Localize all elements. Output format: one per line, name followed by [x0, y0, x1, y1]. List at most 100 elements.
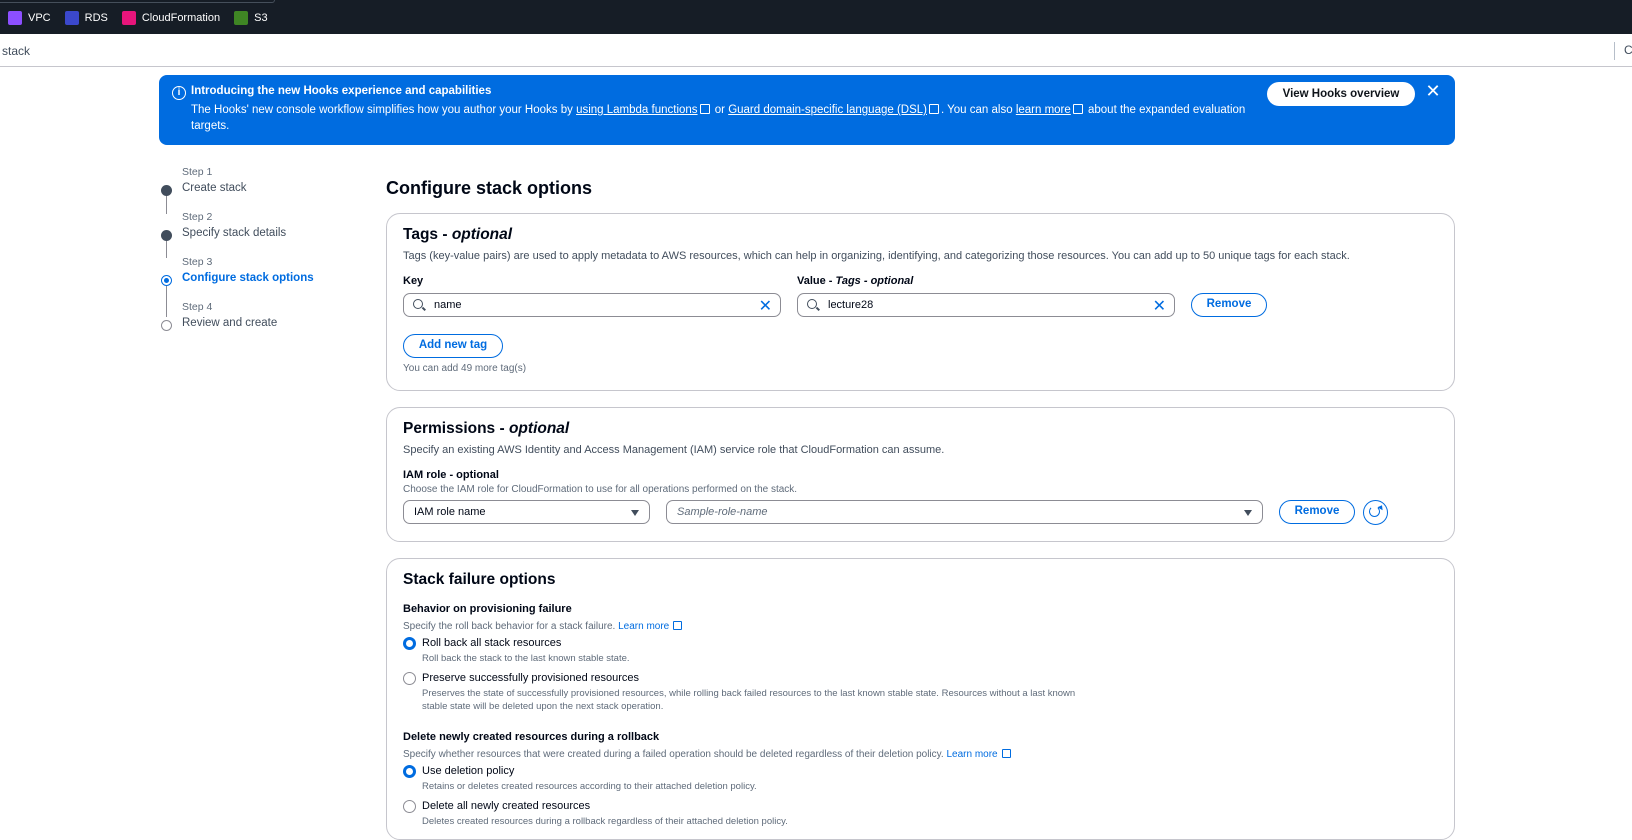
learn-more-link[interactable]: Learn more [946, 749, 997, 760]
step-name[interactable]: Specify stack details [182, 227, 286, 239]
external-link-icon [673, 621, 683, 630]
favorite-label: RDS [84, 12, 108, 24]
radio-description: Preserves the state of successfully prov… [422, 688, 1076, 712]
remove-role-button[interactable]: Remove [1279, 500, 1355, 524]
caret-down-icon [1244, 510, 1252, 516]
radio-description: Retains or deletes created resources acc… [422, 781, 757, 792]
value-label: Value - Tags - optional [797, 275, 913, 287]
banner-text-part: The Hooks' new console workflow simplifi… [191, 104, 573, 116]
step-number: Step 3 [182, 256, 213, 268]
tag-value-input[interactable]: lecture28 ✕ [797, 293, 1175, 317]
stack-failure-heading: Stack failure options [403, 571, 556, 588]
step-complete-icon [161, 230, 172, 241]
permissions-panel: Permissions - optional Specify an existi… [386, 407, 1455, 542]
placeholder: Sample-role-name [677, 506, 768, 518]
step-number: Step 1 [182, 166, 213, 178]
clear-icon[interactable]: ✕ [1153, 296, 1166, 316]
step-pending-icon [161, 320, 172, 331]
permissions-description: Specify an existing AWS Identity and Acc… [403, 444, 945, 456]
tag-value-value: lecture28 [828, 299, 874, 311]
search-icon [807, 299, 817, 309]
radio-delete-all-created[interactable] [403, 800, 416, 813]
behavior-hint: Specify the roll back behavior for a sta… [403, 620, 683, 632]
tags-panel: Tags - optional Tags (key-value pairs) a… [386, 213, 1455, 391]
info-icon: i [172, 86, 186, 100]
radio-title[interactable]: Preserve successfully provisioned resour… [422, 672, 639, 684]
heading-text: Tags - [403, 226, 448, 243]
learn-more-link[interactable]: learn more [1016, 104, 1071, 116]
divider [1614, 42, 1615, 60]
radio-use-deletion-policy[interactable] [403, 765, 416, 778]
tags-heading: Tags - optional [403, 226, 512, 244]
delete-resources-hint: Specify whether resources that were crea… [403, 748, 1011, 760]
favorite-label: CloudFormation [141, 12, 221, 24]
favorite-cloudformation[interactable]: CloudFormation [121, 11, 221, 25]
favorite-label: VPC [28, 12, 51, 24]
behavior-label: Behavior on provisioning failure [403, 603, 572, 615]
external-link-icon [928, 104, 939, 114]
key-label: Key [403, 275, 424, 287]
close-icon[interactable]: ✕ [1423, 82, 1443, 102]
heading-optional: optional [451, 226, 513, 243]
label-optional: Tags - optional [835, 275, 914, 287]
radio-title[interactable]: Roll back all stack resources [422, 637, 561, 649]
step-complete-icon [161, 185, 172, 196]
view-hooks-overview-button[interactable]: View Hooks overview [1267, 82, 1415, 106]
step-number: Step 4 [182, 301, 213, 313]
favorite-rds[interactable]: RDS [64, 11, 108, 25]
heading-optional: optional [508, 420, 570, 437]
external-link-icon [699, 104, 710, 114]
banner-text-part: or [714, 104, 725, 116]
refresh-icon[interactable] [1363, 500, 1388, 525]
add-new-tag-button[interactable]: Add new tag [403, 334, 503, 358]
clear-icon[interactable]: ✕ [759, 296, 772, 316]
s3-icon [234, 11, 249, 25]
radio-preserve-provisioned[interactable] [403, 672, 416, 685]
vpc-icon [8, 11, 22, 25]
step-number: Step 2 [182, 211, 213, 223]
tab-strip [0, 0, 275, 3]
remove-tag-button[interactable]: Remove [1191, 293, 1267, 317]
hint-text: Specify whether resources that were crea… [403, 749, 944, 760]
hint-text: Specify the roll back behavior for a sta… [403, 621, 616, 632]
breadcrumb[interactable]: stack [2, 44, 30, 58]
tag-key-input[interactable]: name ✕ [403, 293, 781, 317]
rds-icon [64, 11, 79, 25]
iam-role-type-select[interactable]: IAM role name [403, 500, 650, 524]
step-current-icon [161, 275, 172, 286]
radio-title[interactable]: Use deletion policy [422, 765, 514, 777]
lambda-functions-link[interactable]: using Lambda functions [576, 104, 697, 116]
learn-more-link[interactable]: Learn more [618, 621, 669, 632]
favorite-label: S3 [254, 12, 268, 24]
iam-role-hint: Choose the IAM role for CloudFormation t… [403, 484, 798, 495]
top-navigation-bar: VPC RDS CloudFormation S3 [0, 0, 1632, 34]
radio-description: Deletes created resources during a rollb… [422, 816, 788, 827]
banner-title: Introducing the new Hooks experience and… [191, 85, 492, 97]
external-link-icon [1001, 749, 1011, 758]
guard-dsl-link[interactable]: Guard domain-specific language (DSL) [728, 104, 927, 116]
radio-roll-back-all[interactable] [403, 637, 416, 650]
cloudformation-icon [121, 11, 136, 25]
tags-description: Tags (key-value pairs) are used to apply… [403, 250, 1350, 262]
label-text: Value - [797, 275, 833, 287]
tag-limit-hint: You can add 49 more tag(s) [403, 363, 527, 374]
cut-off-text: C [1624, 43, 1632, 57]
search-icon [413, 299, 423, 309]
step-name[interactable]: Create stack [182, 182, 247, 194]
iam-role-name-select[interactable]: Sample-role-name [666, 500, 1263, 524]
permissions-heading: Permissions - optional [403, 420, 569, 438]
selected-value: IAM role name [414, 506, 486, 518]
step-rail [166, 285, 167, 317]
breadcrumb-bar: stack C [0, 34, 1632, 67]
hooks-announcement-banner: i Introducing the new Hooks experience a… [159, 75, 1455, 145]
step-name: Configure stack options [182, 272, 314, 284]
stack-failure-panel: Stack failure options Behavior on provis… [386, 558, 1455, 840]
page-title: Configure stack options [386, 178, 593, 198]
favorite-vpc[interactable]: VPC [8, 11, 51, 25]
favorite-s3[interactable]: S3 [234, 11, 268, 25]
heading-text: Permissions - [403, 420, 505, 437]
iam-role-label: IAM role - optional [403, 469, 499, 481]
radio-description: Roll back the stack to the last known st… [422, 653, 630, 664]
radio-title[interactable]: Delete all newly created resources [422, 800, 590, 812]
banner-text-part: . You can also [940, 104, 1013, 116]
